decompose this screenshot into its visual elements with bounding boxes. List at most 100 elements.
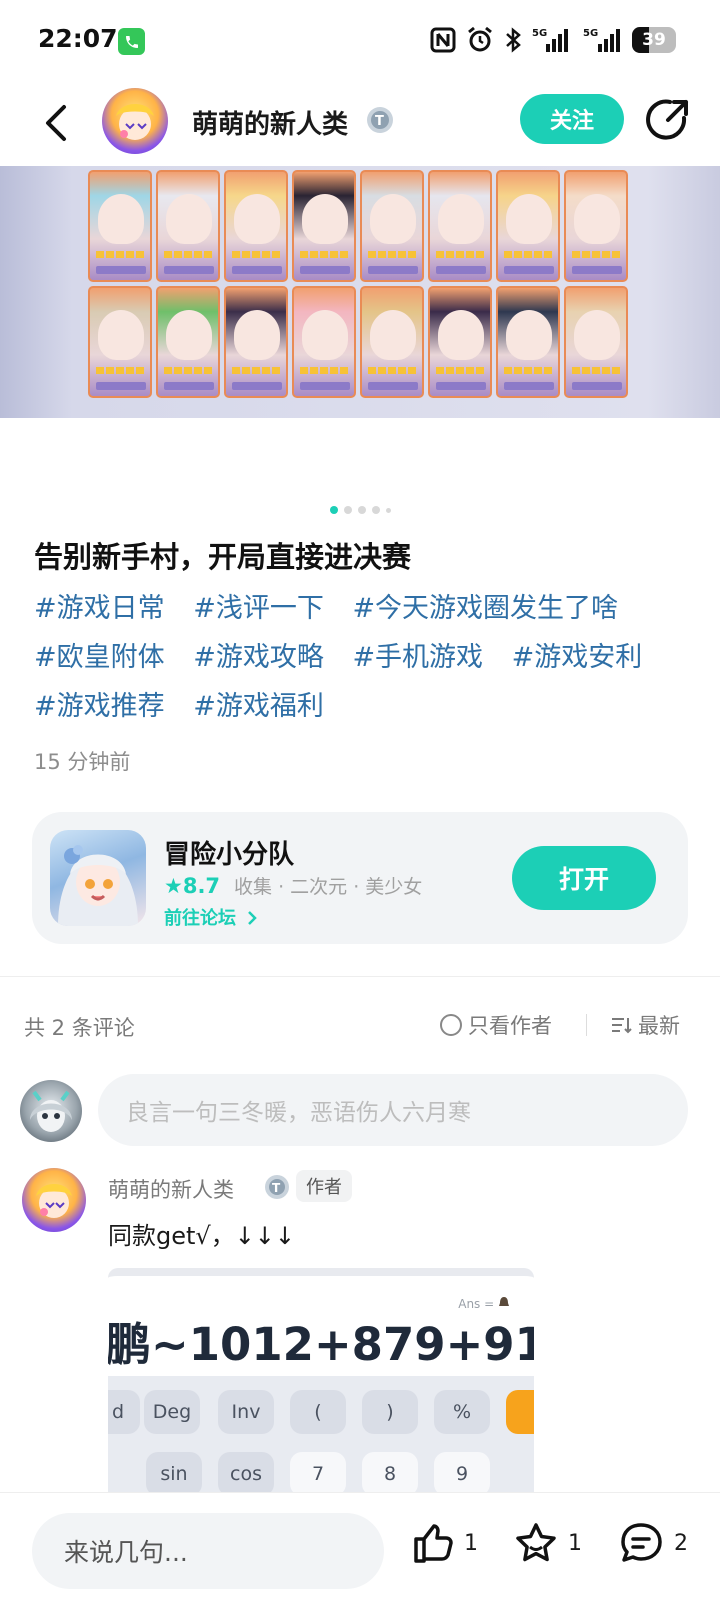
author-tag: 作者 (296, 1170, 352, 1202)
post-tag[interactable]: #游戏日常 (34, 593, 165, 624)
character-card (224, 286, 288, 398)
post-image-carousel[interactable] (0, 166, 720, 418)
character-card (88, 170, 152, 282)
character-card (564, 170, 628, 282)
post-tag[interactable]: #欧皇附体 (34, 642, 165, 673)
post-tag[interactable]: #游戏福利 (193, 691, 324, 722)
character-card (496, 286, 560, 398)
carousel-dot (329, 506, 338, 514)
character-card (360, 286, 424, 398)
calculator-key: 8 (362, 1452, 418, 1492)
author-avatar[interactable] (102, 88, 168, 154)
svg-text:5G: 5G (583, 28, 598, 39)
post-tag[interactable]: #浅评一下 (193, 593, 324, 624)
my-avatar[interactable] (20, 1080, 82, 1142)
like-button[interactable]: 1 (410, 1521, 478, 1565)
comment-button[interactable]: 2 (618, 1521, 688, 1565)
divider (0, 976, 720, 977)
comment-count-badge: 2 (674, 1530, 688, 1556)
game-rating: ★8.7 (164, 873, 221, 898)
post-tag[interactable]: #游戏攻略 (193, 642, 324, 673)
favorite-button[interactable]: 1 (514, 1521, 582, 1565)
carousel-dot (343, 506, 352, 514)
comment-input[interactable]: 良言一句三冬暖，恶语伤人六月寒 (98, 1074, 688, 1146)
sort-label: 最新 (638, 1014, 680, 1038)
character-card-grid (88, 170, 628, 398)
post-tag[interactable]: #游戏安利 (512, 642, 643, 673)
favorite-count: 1 (568, 1530, 582, 1556)
thumbs-up-icon (414, 1524, 453, 1563)
signal-5g-icon: 5G (532, 26, 570, 54)
carousel-dot (371, 506, 380, 514)
calculator-key: Inv (218, 1390, 274, 1434)
svg-text:T: T (375, 114, 384, 129)
sort-icon (612, 1018, 632, 1034)
calculator-expression: 鹏~1012+879+915 (108, 1318, 534, 1371)
signal-5g-icon: 5G (580, 26, 622, 54)
author-name[interactable]: 萌萌的新人类 (192, 104, 348, 141)
level-badge-icon: T (366, 106, 394, 134)
carousel-indicator (0, 506, 720, 514)
character-card (564, 286, 628, 398)
character-card (428, 170, 492, 282)
alarm-icon (466, 26, 494, 54)
carousel-dot (357, 506, 366, 514)
back-icon[interactable] (34, 98, 78, 148)
battery-icon: 39 (632, 27, 676, 53)
character-card (428, 286, 492, 398)
status-icons: 5G 5G 39 (430, 26, 676, 54)
svg-text:T: T (272, 1181, 281, 1195)
calculator-key: sin (146, 1452, 202, 1492)
post-time: 15 分钟前 (34, 750, 131, 774)
status-bar: 22:07 5G 5G 39 (0, 0, 720, 82)
post-tag[interactable]: #游戏推荐 (34, 691, 165, 722)
carousel-dot (385, 507, 391, 513)
divider (586, 1014, 587, 1036)
game-meta: ★8.7 收集 · 二次元 · 美少女 (164, 872, 422, 899)
follow-button[interactable]: 关注 (520, 94, 624, 144)
comment-image[interactable]: Ans = 鹏~1012+879+915 d Deg Inv()% sin cos 7 8 9 (108, 1268, 534, 1492)
game-category-tags: 收集 · 二次元 · 美少女 (234, 876, 423, 898)
comment-count: 共 2 条评论 (24, 1016, 135, 1040)
radio-circle-icon (440, 1014, 462, 1036)
comment-text: 同款get√，↓↓↓ (108, 1222, 296, 1250)
open-game-button[interactable]: 打开 (512, 846, 656, 910)
phone-call-icon[interactable] (118, 28, 145, 55)
calculator-key: ( (290, 1390, 346, 1434)
character-card (156, 286, 220, 398)
character-card (156, 170, 220, 282)
post-tag[interactable]: #今天游戏圈发生了啥 (352, 593, 618, 624)
share-icon[interactable] (644, 96, 692, 144)
post-title: 告别新手村，开局直接进决赛 (34, 540, 412, 574)
chevron-right-icon (248, 911, 258, 925)
character-card (292, 286, 356, 398)
go-to-forum-label: 前往论坛 (164, 908, 236, 929)
game-icon[interactable] (50, 830, 146, 926)
reply-input[interactable]: 来说几句... (32, 1513, 384, 1589)
game-name[interactable]: 冒险小分队 (164, 834, 294, 871)
post-tags: #游戏日常 #浅评一下 #今天游戏圈发生了啥 #欧皇附体 #游戏攻略 #手机游戏… (34, 584, 686, 731)
calculator-key: cos (218, 1452, 274, 1492)
like-count: 1 (464, 1530, 478, 1556)
carousel-spacer (0, 418, 720, 498)
go-to-forum-link[interactable]: 前往论坛 (164, 904, 258, 930)
star-icon (516, 1523, 556, 1562)
sort-toggle[interactable]: 最新 (610, 1010, 680, 1040)
calculator-key: d (108, 1390, 140, 1434)
status-time: 22:07 (38, 24, 118, 53)
comment-bubble-icon (621, 1523, 662, 1562)
only-author-toggle[interactable]: 只看作者 (440, 1010, 552, 1040)
only-author-label: 只看作者 (468, 1014, 552, 1038)
game-card[interactable]: 冒险小分队 ★8.7 收集 · 二次元 · 美少女 前往论坛 打开 (32, 812, 688, 944)
calculator-key-orange (506, 1390, 534, 1434)
post-header: 萌萌的新人类 T 关注 (0, 84, 720, 164)
commenter-avatar[interactable] (22, 1168, 86, 1232)
svg-text:5G: 5G (532, 28, 547, 39)
calculator-key: Deg (144, 1390, 200, 1434)
post-tag[interactable]: #手机游戏 (352, 642, 483, 673)
nfc-icon (430, 26, 456, 54)
calculator-key: % (434, 1390, 490, 1434)
calculator-keypad: d Deg Inv ()% sin cos 7 8 9 (108, 1376, 534, 1492)
battery-level: 39 (642, 30, 666, 50)
commenter-name[interactable]: 萌萌的新人类 (108, 1174, 234, 1204)
